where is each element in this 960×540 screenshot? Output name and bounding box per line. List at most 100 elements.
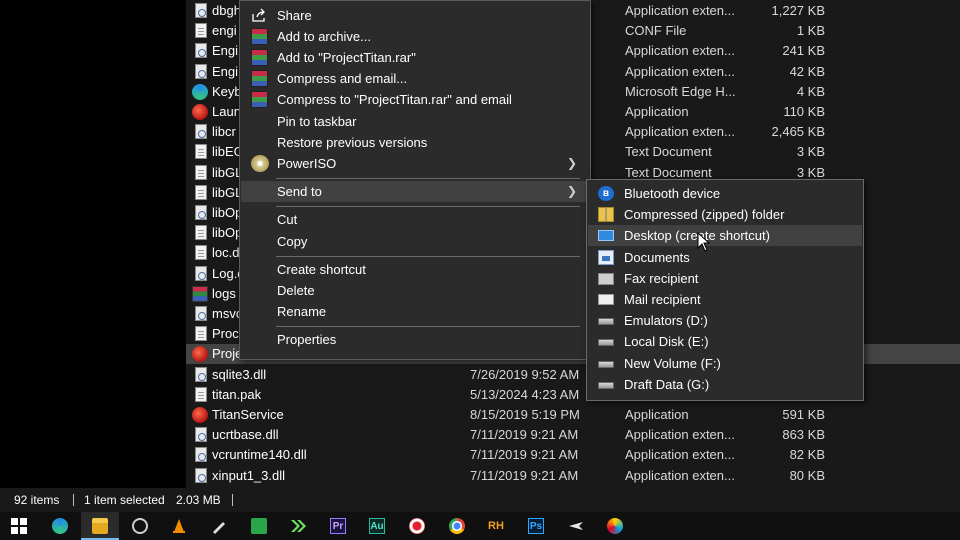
- steam-icon: [132, 518, 148, 534]
- send-to-label: Documents: [624, 249, 690, 265]
- menu-item-poweriso[interactable]: PowerISO ❯: [241, 153, 589, 174]
- menu-item-rename[interactable]: Rename: [241, 301, 589, 322]
- file-date: 5/13/2024 4:23 AM: [470, 386, 580, 402]
- menu-item-label: Rename: [277, 304, 327, 319]
- send-to-item[interactable]: Documents: [588, 247, 862, 268]
- menu-item-compress-email[interactable]: Compress and email...: [241, 68, 589, 89]
- doc-icon: [195, 386, 207, 402]
- menu-divider: [276, 256, 580, 257]
- status-divider: [73, 494, 74, 506]
- menu-item-label: Pin to taskbar: [277, 114, 357, 129]
- doc-icon: [195, 326, 207, 342]
- taskbar-chrome[interactable]: [438, 512, 476, 540]
- taskbar-photoshop[interactable]: Ps: [517, 512, 555, 540]
- menu-item-compress-rar-email[interactable]: Compress to "ProjectTitan.rar" and email: [241, 89, 589, 110]
- file-name: Keyb: [212, 83, 242, 99]
- send-to-label: Fax recipient: [624, 270, 699, 286]
- navigation-pane: [0, 0, 186, 488]
- winrar-icon: [192, 285, 208, 302]
- menu-item-create-shortcut[interactable]: Create shortcut: [241, 259, 589, 280]
- premiere-icon: Pr: [330, 518, 346, 534]
- taskbar-file-explorer[interactable]: [81, 512, 119, 540]
- menu-item-copy[interactable]: Copy: [241, 231, 589, 252]
- menu-divider: [276, 326, 580, 327]
- send-to-submenu: ʙ Bluetooth device Compressed (zipped) fol…: [586, 179, 864, 401]
- gear-doc-icon: [195, 43, 207, 59]
- file-name: Engi: [212, 43, 239, 59]
- double-chevron-icon: [291, 520, 306, 532]
- file-size: 1 KB: [796, 23, 825, 39]
- doc-icon: [195, 144, 207, 160]
- vlc-cone-icon: [173, 519, 185, 533]
- selected-count: 1 item selected: [84, 493, 165, 507]
- menu-item-pin-taskbar[interactable]: Pin to taskbar: [241, 111, 589, 132]
- gear-doc-icon: [195, 366, 207, 382]
- taskbar-recorder[interactable]: [398, 512, 436, 540]
- menu-item-send-to[interactable]: Send to ❯: [241, 181, 589, 202]
- drive-icon: [598, 318, 614, 326]
- send-to-item[interactable]: Mail recipient: [588, 289, 862, 310]
- edge-icon: [192, 83, 208, 100]
- gear-doc-icon: [195, 306, 207, 321]
- menu-item-share[interactable]: Share: [241, 5, 589, 26]
- menu-item-label: Restore previous versions: [277, 135, 428, 150]
- desktop-icon: [598, 230, 614, 242]
- file-name: libOp: [212, 225, 243, 241]
- taskbar-steam[interactable]: [121, 512, 159, 540]
- menu-item-add-rar[interactable]: Add to "ProjectTitan.rar": [241, 47, 589, 68]
- context-menu: Share Add to archive... Add to "ProjectT…: [239, 0, 591, 360]
- share-icon: [252, 8, 265, 22]
- drive-icon: [598, 339, 614, 347]
- gear-doc-icon: [195, 447, 207, 463]
- send-to-item[interactable]: Local Disk (E:): [588, 331, 862, 352]
- menu-item-properties[interactable]: Properties: [241, 329, 589, 350]
- send-to-item[interactable]: Fax recipient: [588, 268, 862, 289]
- taskbar-edge[interactable]: [41, 512, 79, 540]
- doc-icon: [195, 245, 207, 261]
- start-button[interactable]: [0, 512, 38, 540]
- menu-item-restore-versions[interactable]: Restore previous versions: [241, 132, 589, 153]
- file-size: 110 KB: [783, 104, 825, 119]
- file-row[interactable]: xinput1_3.dll 7/11/2019 9:21 AM Applicatio…: [186, 466, 960, 486]
- gear-doc-icon: [195, 427, 207, 443]
- chevron-right-icon: ❯: [566, 156, 577, 170]
- send-to-item[interactable]: Compressed (zipped) folder: [588, 204, 862, 225]
- send-to-item[interactable]: New Volume (F:): [588, 353, 862, 374]
- status-bar: 92 items 1 item selected 2.03 MB: [0, 488, 960, 512]
- send-to-label: Local Disk (E:): [624, 334, 709, 350]
- file-name: Laun: [212, 104, 241, 119]
- fax-icon: [598, 272, 614, 285]
- bluetooth-icon: ʙ: [598, 186, 614, 201]
- taskbar-premiere[interactable]: Pr: [319, 512, 357, 540]
- taskbar-green-app[interactable]: [240, 512, 278, 540]
- file-name: logs: [212, 285, 236, 301]
- menu-item-label: Create shortcut: [277, 262, 366, 277]
- taskbar-plane-app[interactable]: [557, 512, 595, 540]
- file-name: ucrtbase.dll: [212, 427, 279, 443]
- file-type: CONF File: [625, 23, 687, 39]
- mail-icon: [598, 294, 614, 305]
- file-name: xinput1_3.dll: [212, 467, 285, 483]
- file-name: TitanService: [212, 407, 284, 422]
- taskbar-audition[interactable]: Au: [358, 512, 396, 540]
- folder-icon: [92, 518, 108, 534]
- send-to-item[interactable]: ʙ Bluetooth device: [588, 183, 862, 204]
- menu-item-delete[interactable]: Delete: [241, 280, 589, 301]
- mouse-cursor-icon: [697, 232, 711, 252]
- send-to-label: Bluetooth device: [624, 186, 721, 201]
- send-to-item[interactable]: Desktop (create shortcut): [588, 225, 862, 247]
- file-type: Text Document: [625, 144, 712, 160]
- menu-item-add-archive[interactable]: Add to archive...: [241, 26, 589, 47]
- file-row[interactable]: vcruntime140.dll 7/11/2019 9:21 AM Applica…: [186, 445, 960, 465]
- send-to-item[interactable]: Emulators (D:): [588, 310, 862, 331]
- menu-item-cut[interactable]: Cut: [241, 209, 589, 230]
- taskbar-swirl-app[interactable]: [596, 512, 634, 540]
- file-row[interactable]: ucrtbase.dll 7/11/2019 9:21 AM Application…: [186, 425, 960, 445]
- taskbar-vlc[interactable]: [160, 512, 198, 540]
- send-to-item[interactable]: Draft Data (G:): [588, 374, 862, 395]
- file-row[interactable]: TitanService 8/15/2019 5:19 PM Application…: [186, 405, 960, 425]
- taskbar-rh[interactable]: RH: [477, 512, 515, 540]
- taskbar-arrows-app[interactable]: [279, 512, 317, 540]
- taskbar-pen-tool[interactable]: [200, 512, 238, 540]
- green-app-icon: [251, 518, 267, 534]
